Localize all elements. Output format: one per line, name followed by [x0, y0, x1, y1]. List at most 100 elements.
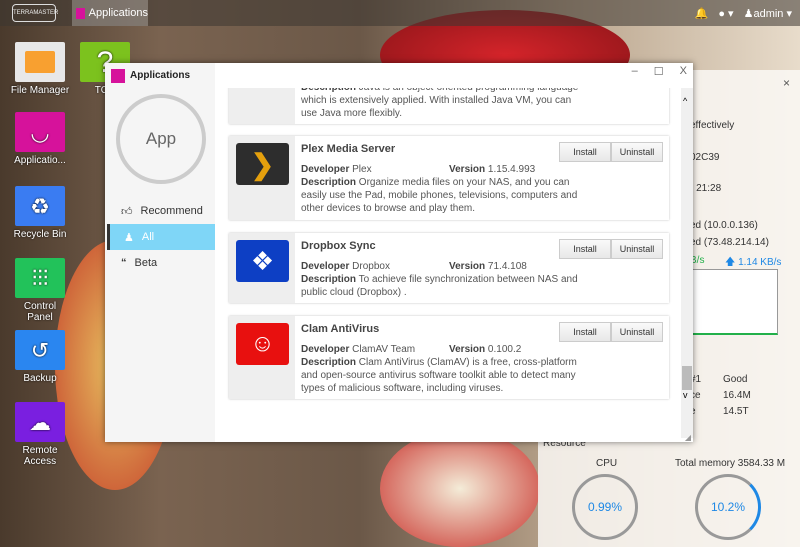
nav-all[interactable]: ♟ All — [107, 224, 215, 250]
app-logo: App — [116, 94, 206, 184]
widget-text: effectively — [690, 120, 735, 131]
app-version: 71.4.108 — [487, 261, 527, 272]
help-icon[interactable]: ● ▾ — [718, 7, 733, 20]
developer-label: Developer — [301, 261, 350, 272]
cpu-value: 0.99% — [587, 500, 623, 514]
install-button[interactable]: Install — [559, 142, 611, 162]
disk-value: Good — [723, 374, 748, 385]
app-developer: ClamAV Team — [352, 344, 416, 355]
resize-handle-icon[interactable]: ◢ — [685, 433, 691, 442]
applications-window: Applications – ☐ X App 👍︎ Recommend ♟ All “ B… — [105, 63, 693, 442]
scroll-down-icon[interactable]: v — [683, 390, 688, 400]
app-list: Description Java is an object-oriented p… — [215, 88, 693, 442]
disk-value: 14.5T — [723, 406, 749, 417]
memory-label: Total memory 3584.33 M — [675, 458, 786, 469]
app-logo-text: App — [145, 129, 177, 148]
icon-label: File Manager — [10, 85, 70, 96]
desktop-control-panel[interactable]: ⫶⫶⫶ Control Panel — [10, 258, 70, 323]
description-label: Description — [301, 177, 357, 188]
scroll-up-icon[interactable]: ^ — [683, 96, 687, 106]
app-version: 1.15.4.993 — [487, 164, 536, 175]
widget-text: ed (10.0.0.136) — [690, 220, 758, 231]
sliders-icon: ⫶⫶⫶ — [15, 258, 65, 298]
applications-icon — [111, 68, 125, 83]
memory-gauge: 10.2% — [695, 474, 761, 540]
taskbar-label: Applications — [88, 7, 148, 19]
uninstall-button[interactable]: Uninstall — [611, 142, 663, 162]
network-chart — [690, 269, 778, 335]
shopping-bag-icon: ◡ — [15, 112, 65, 152]
nav-recommend[interactable]: 👍︎ Recommend — [107, 198, 215, 224]
taskbar-applications[interactable]: Applications — [72, 0, 148, 26]
close-icon[interactable]: × — [783, 76, 790, 90]
scrollbar-thumb[interactable] — [682, 366, 692, 390]
version-label: Version — [449, 164, 486, 175]
memory-value: 10.2% — [710, 500, 746, 514]
close-icon[interactable]: X — [680, 65, 687, 78]
app-developer: Dropbox — [352, 261, 390, 272]
uninstall-button[interactable]: Uninstall — [611, 239, 663, 259]
thumbs-up-icon: 👍︎ — [121, 205, 133, 218]
description-label: Description — [301, 357, 357, 368]
app-card-java: Description Java is an object-oriented p… — [229, 88, 669, 124]
app-version: 0.100.2 — [487, 344, 522, 355]
user-menu[interactable]: ♟admin ▾ — [744, 7, 792, 20]
widget-text: 02C39 — [690, 152, 720, 163]
nav-label: Beta — [134, 257, 158, 269]
top-bar: TERRAMASTER Applications 🔔 ● ▾ ♟admin ▾ — [0, 0, 800, 26]
upload-value: 1.14 KB/s — [738, 257, 782, 268]
desktop-file-manager[interactable]: File Manager — [10, 42, 70, 96]
folder-icon — [15, 42, 65, 82]
install-button[interactable]: Install — [559, 322, 611, 342]
uninstall-button[interactable]: Uninstall — [611, 322, 663, 342]
sidebar: App 👍︎ Recommend ♟ All “ Beta — [105, 88, 215, 442]
developer-label: Developer — [301, 344, 350, 355]
widget-text: ed (73.48.214.14) — [690, 237, 769, 248]
app-card: ❖ Dropbox Sync Developer Dropbox Version … — [229, 233, 669, 303]
install-button[interactable]: Install — [559, 239, 611, 259]
applications-icon — [76, 7, 85, 19]
history-clock-icon: ↺ — [15, 330, 65, 370]
app-name: Plex Media Server — [301, 143, 396, 155]
app-developer: Plex — [352, 164, 372, 175]
description-label: Description — [301, 88, 356, 93]
cpu-label: CPU — [596, 458, 618, 469]
cloud-icon: ☁ — [15, 402, 65, 442]
app-name: Clam AntiVirus — [301, 323, 380, 335]
icon-label: Applicatio... — [14, 155, 66, 166]
desktop-applications[interactable]: ◡ Applicatio... — [10, 112, 70, 166]
icon-label: Recycle Bin — [13, 229, 67, 240]
maximize-icon[interactable]: ☐ — [654, 65, 664, 78]
widget-text: ) 21:28 — [690, 183, 722, 194]
app-card: ☺ Clam AntiVirus Developer ClamAV Team Ve… — [229, 316, 669, 399]
nav-label: All — [141, 231, 155, 243]
plex-icon: ❯ — [236, 143, 289, 185]
window-title-bar: Applications — [105, 63, 215, 88]
minimize-icon[interactable]: – — [632, 65, 638, 78]
desktop-backup[interactable]: ↺ Backup — [10, 330, 70, 384]
version-label: Version — [449, 344, 486, 355]
nav-label: Recommend — [140, 205, 203, 217]
bell-icon[interactable]: 🔔 — [695, 7, 709, 20]
username: admin — [753, 7, 784, 20]
icon-label: Control Panel — [23, 301, 57, 323]
app-card: ❯ Plex Media Server Developer Plex Versio… — [229, 136, 669, 220]
nav-beta[interactable]: “ Beta — [107, 250, 215, 276]
cpu-gauge: 0.99% — [572, 474, 638, 540]
scrollbar[interactable]: ^ v — [681, 88, 693, 438]
description-label: Description — [301, 274, 357, 285]
disk-value: 16.4M — [723, 390, 751, 401]
terramaster-logo[interactable]: TERRAMASTER — [12, 4, 58, 22]
version-label: Version — [449, 261, 486, 272]
icon-label: Remote Access — [22, 445, 58, 467]
icon-label: Backup — [23, 373, 57, 384]
quote-icon: “ — [121, 257, 127, 269]
dropbox-icon: ❖ — [236, 240, 289, 282]
desktop-recycle-bin[interactable]: ♻ Recycle Bin — [10, 186, 70, 240]
window-title: Applications — [130, 70, 191, 81]
app-name: Dropbox Sync — [301, 240, 376, 252]
recycle-bin-icon: ♻ — [15, 186, 65, 226]
developer-label: Developer — [301, 164, 350, 175]
desktop-remote-access[interactable]: ☁ Remote Access — [10, 402, 70, 467]
user-icon: ♟ — [124, 231, 134, 244]
